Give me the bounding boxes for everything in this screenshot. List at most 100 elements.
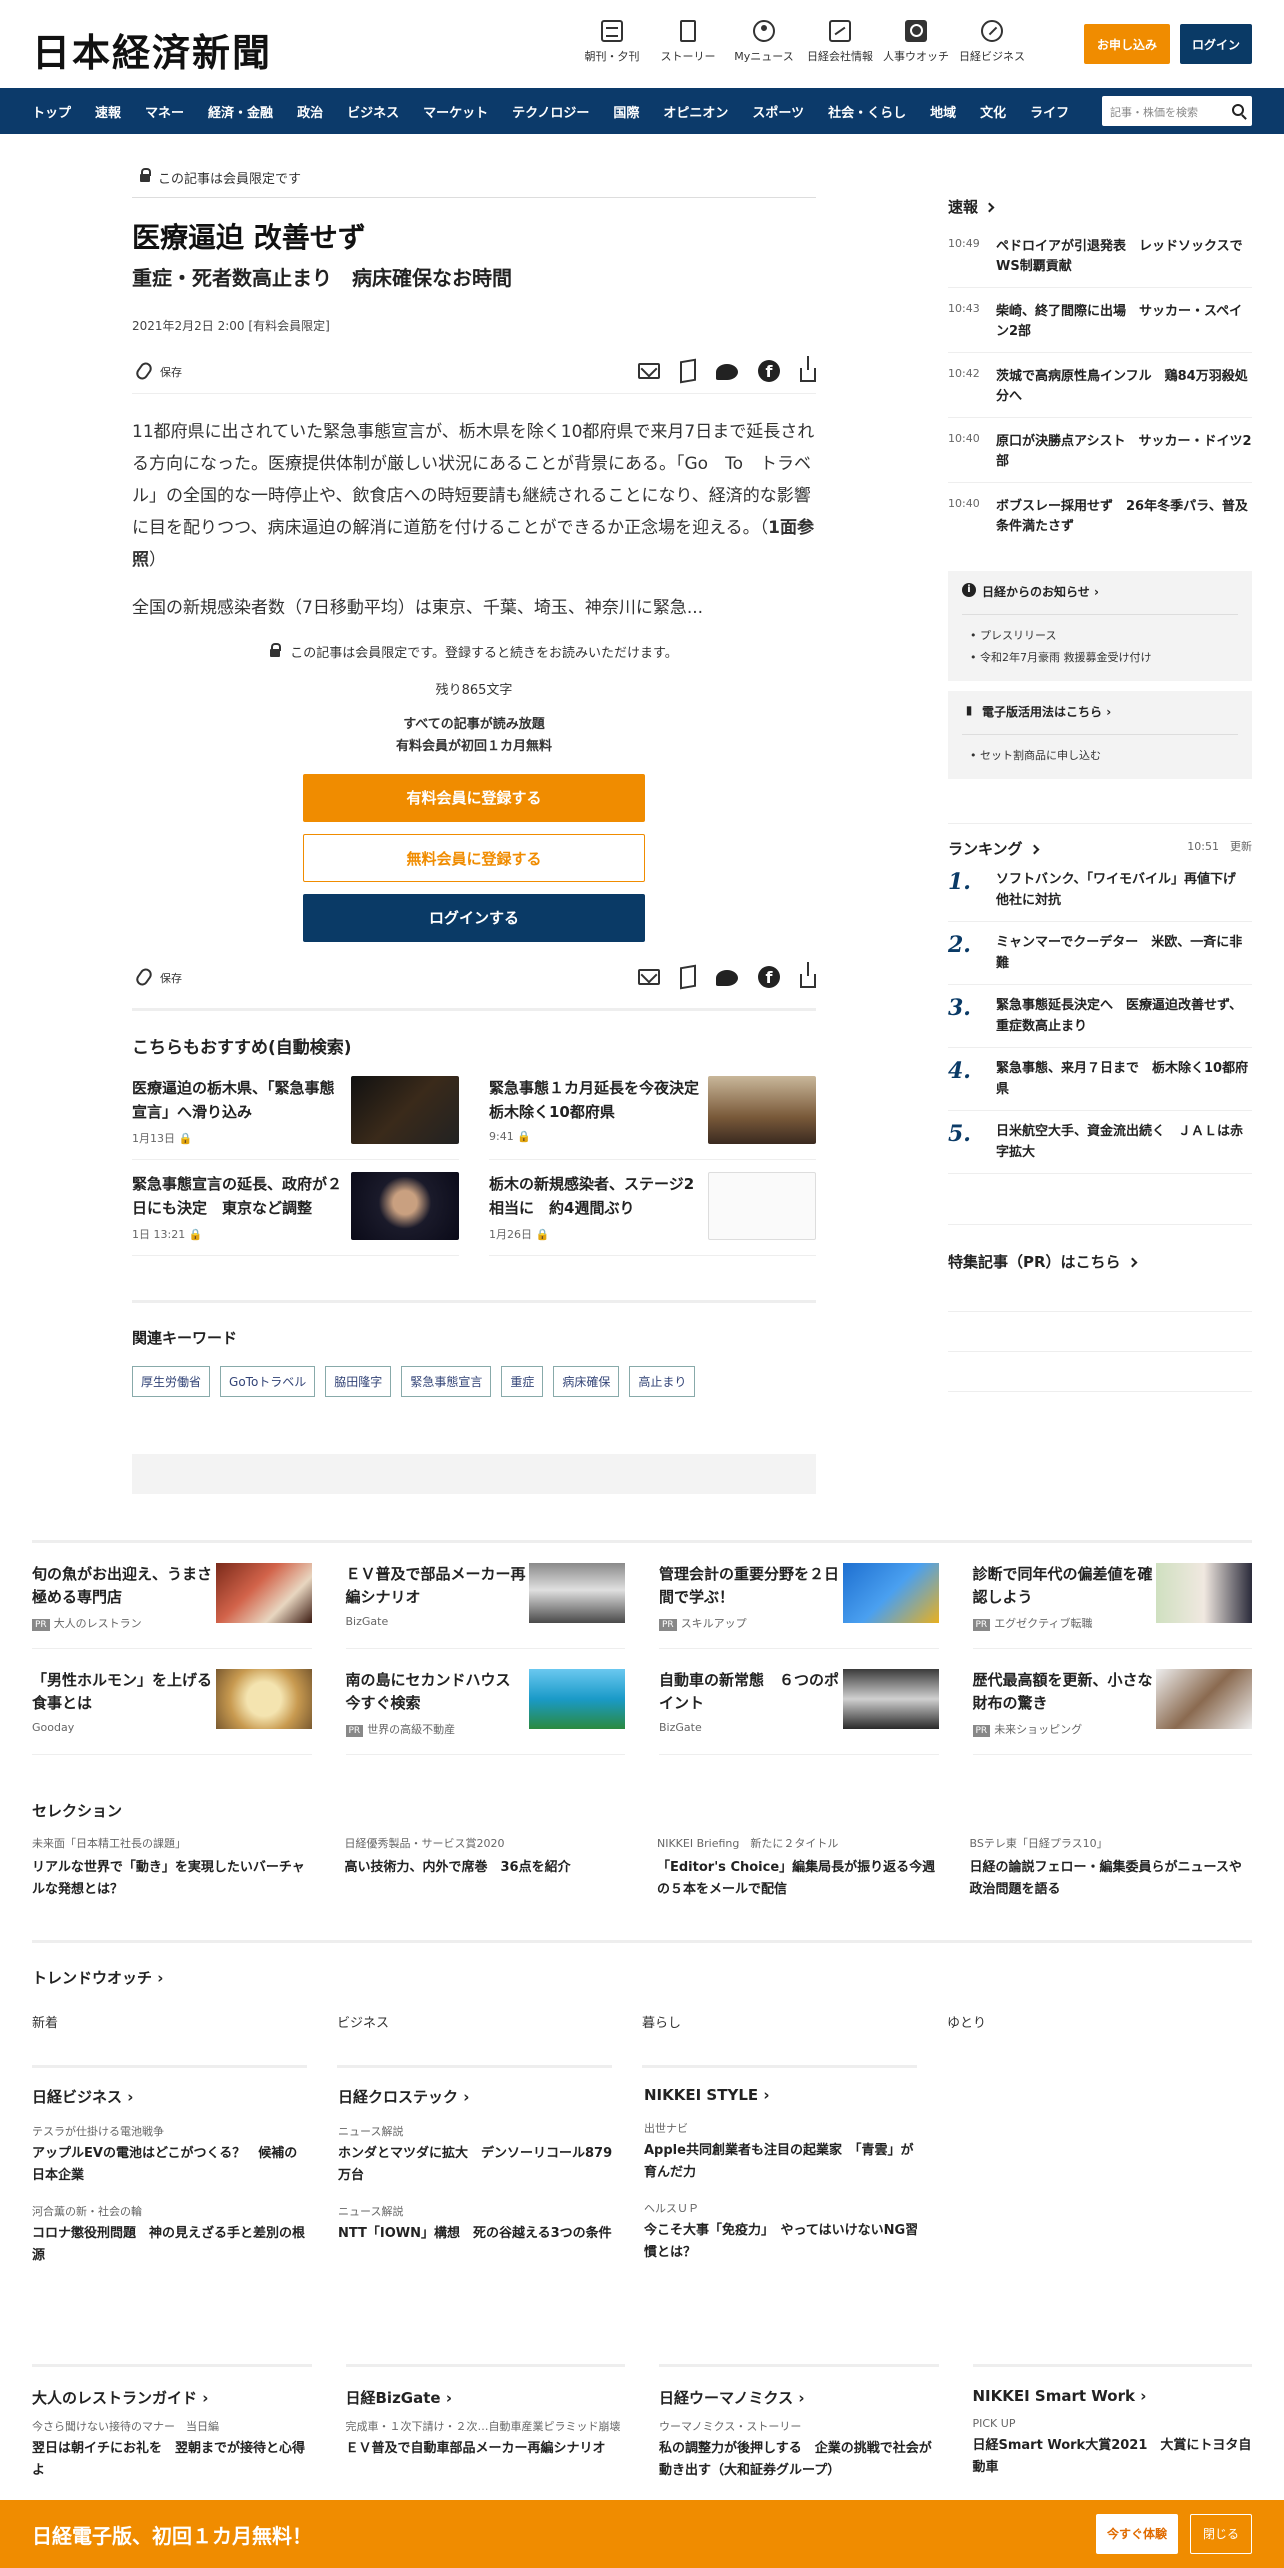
gnav-item[interactable]: マーケット: [423, 102, 488, 121]
recommend-thumbnail-placeholder[interactable]: [708, 1172, 816, 1240]
sokuho-text[interactable]: ボブスレー採用せず 26年冬季パラ、普及条件満たさず: [996, 497, 1252, 537]
promo-image[interactable]: [529, 1669, 625, 1729]
promo-item[interactable]: 「男性ホルモン」を上げる食事とは Gooday: [32, 1649, 312, 1755]
search-input[interactable]: 記事・株価を検索: [1102, 96, 1252, 126]
share-icon[interactable]: [800, 356, 816, 382]
selection-title[interactable]: 高い技術力、内外で席巻 36点を紹介: [345, 1857, 628, 1879]
gnav-item[interactable]: 文化: [980, 102, 1006, 121]
promo-title[interactable]: 南の島にセカンドハウス 今すぐ検索: [346, 1669, 530, 1715]
trend-watch-heading[interactable]: トレンドウオッチ ›: [32, 1967, 1252, 1988]
header-nav-company-info[interactable]: 日経会社情報: [802, 20, 878, 64]
promo-item[interactable]: 診断で同年代の偏差値を確認しよう PR エグゼクティブ転職: [972, 1543, 1252, 1649]
promo-image[interactable]: [529, 1563, 625, 1623]
register-paid-button[interactable]: 有料会員に登録する: [303, 774, 645, 822]
partner-title[interactable]: 日経Smart Work大賞2021 大賞にトヨタ自動車: [973, 2435, 1253, 2479]
media-title[interactable]: Apple共同創業者も注目の起業家 「青雲」が育んだ力: [644, 2140, 920, 2184]
gnav-item[interactable]: テクノロジー: [512, 102, 589, 121]
save-button[interactable]: 保存: [133, 966, 182, 988]
recommend-item[interactable]: 栃木の新規感染者、ステージ2相当に 約4週間ぶり 1月26日 🔒: [489, 1160, 816, 1256]
ranking-item[interactable]: 5. 日米航空大手、資金流出続く ＪＡＬは赤字拡大: [948, 1111, 1252, 1174]
rank-title[interactable]: 緊急事態延長決定へ 医療逼迫改善せず、重症数高止まり: [996, 995, 1252, 1037]
promo-image[interactable]: [215, 1669, 312, 1729]
gnav-item[interactable]: 地域: [930, 102, 956, 121]
recommend-title[interactable]: 栃木の新規感染者、ステージ2相当に 約4週間ぶり: [489, 1172, 699, 1220]
ranking-item[interactable]: 4. 緊急事態、来月７日まで 栃木除く10都府県: [948, 1048, 1252, 1111]
keyword-tag[interactable]: 重症: [501, 1366, 544, 1397]
sokuho-item[interactable]: 10:40 原口が決勝点アシスト サッカー・ドイツ2部: [948, 418, 1252, 483]
media-heading[interactable]: 日経ビジネス ›: [32, 2086, 308, 2107]
rank-title[interactable]: ミャンマーでクーデター 米欧、一斉に非難: [996, 932, 1252, 974]
try-now-button[interactable]: 今すぐ体験: [1096, 2514, 1178, 2554]
media-heading[interactable]: NIKKEI STYLE ›: [644, 2086, 920, 2104]
promo-image[interactable]: [1156, 1563, 1252, 1623]
partner-title[interactable]: 翌日は朝イチにお礼を 翌朝までが接待と心得よ: [32, 2438, 312, 2482]
gnav-item[interactable]: 国際: [613, 102, 639, 121]
selection-title[interactable]: 日経の論説フェロー・編集委員らがニュースや政治問題を語る: [970, 1857, 1253, 1901]
gnav-item[interactable]: 速報: [95, 102, 121, 121]
gnav-item[interactable]: 政治: [297, 102, 323, 121]
promo-image[interactable]: [1156, 1669, 1252, 1729]
recommend-item[interactable]: 緊急事態１カ月延長を今夜決定 栃木除く10都府県 9:41 🔒: [489, 1064, 816, 1160]
recommend-thumbnail[interactable]: [351, 1076, 459, 1144]
sokuho-item[interactable]: 10:49 ペドロイアが引退発表 レッドソックスでWS制覇貢献: [948, 223, 1252, 288]
promo-image[interactable]: [842, 1669, 939, 1729]
media-title[interactable]: 今こそ大事「免疫力」 やってはいけないNG習慣とは？: [644, 2220, 920, 2264]
pr-heading[interactable]: 特集記事（PR）はこちら: [948, 1251, 1252, 1272]
mail-icon[interactable]: [638, 969, 660, 985]
recommend-thumbnail[interactable]: [708, 1076, 816, 1144]
promo-title[interactable]: ＥＶ普及で部品メーカー再編シナリオ: [346, 1563, 530, 1609]
promo-item[interactable]: 管理会計の重要分野を２日間で学ぶ！ PR スキルアップ: [659, 1543, 939, 1649]
gnav-item[interactable]: 社会・くらし: [828, 102, 906, 121]
media-title[interactable]: コロナ懲役刑問題 神の見えざる手と差別の根源: [32, 2223, 308, 2267]
gnav-item[interactable]: スポーツ: [752, 102, 804, 121]
rank-title[interactable]: ソフトバンク、「ワイモバイル」再値下げ 他社に対抗: [996, 869, 1252, 911]
recommend-item[interactable]: 緊急事態宣言の延長、政府が２日にも決定 東京など調整 1日 13:21 🔒: [132, 1160, 459, 1256]
partner-title[interactable]: 私の調整力が後押しする 企業の挑戦で社会が動き出す（大和証券グループ）: [659, 2438, 939, 2482]
header-nav-story[interactable]: ストーリー: [650, 20, 726, 64]
promo-item[interactable]: ＥＶ普及で部品メーカー再編シナリオ BizGate: [345, 1543, 625, 1649]
partner-heading[interactable]: 大人のレストランガイド ›: [32, 2387, 312, 2408]
promo-title[interactable]: 旬の魚がお出迎え、うまさ極める専門店: [32, 1563, 216, 1609]
promo-title[interactable]: 診断で同年代の偏差値を確認しよう: [973, 1563, 1157, 1609]
sokuho-item[interactable]: 10:43 柴崎、終了間際に出場 サッカー・スペイン2部: [948, 288, 1252, 353]
selection-title[interactable]: 「Editor's Choice」編集局長が振り返る今週の５本をメールで配信: [657, 1857, 940, 1901]
facebook-icon[interactable]: f: [758, 360, 780, 382]
gnav-item[interactable]: ライフ: [1030, 102, 1069, 121]
recommend-thumbnail[interactable]: [351, 1172, 459, 1240]
promo-image[interactable]: [215, 1563, 312, 1623]
facebook-icon[interactable]: f: [758, 966, 780, 988]
notice-heading[interactable]: i 日経からのお知らせ ›: [962, 583, 1238, 600]
close-banner-button[interactable]: 閉じる: [1190, 2514, 1252, 2554]
promo-item[interactable]: 歴代最高額を更新、小さな財布の驚き PR 未来ショッピング: [972, 1649, 1252, 1755]
promo-image[interactable]: [842, 1563, 939, 1623]
gnav-item[interactable]: ビジネス: [347, 102, 399, 121]
sokuho-heading[interactable]: 速報: [948, 196, 1252, 217]
promo-title[interactable]: 歴代最高額を更新、小さな財布の驚き: [973, 1669, 1157, 1715]
ranking-item[interactable]: 3. 緊急事態延長決定へ 医療逼迫改善せず、重症数高止まり: [948, 985, 1252, 1048]
gnav-item[interactable]: オピニオン: [663, 102, 728, 121]
sokuho-text[interactable]: 原口が決勝点アシスト サッカー・ドイツ2部: [996, 432, 1252, 472]
notice-link[interactable]: • プレスリリース: [962, 625, 1238, 647]
nikkei-logo[interactable]: 日本経済新聞: [32, 22, 272, 77]
gnav-item[interactable]: トップ: [32, 102, 71, 121]
ranking-item[interactable]: 1. ソフトバンク、「ワイモバイル」再値下げ 他社に対抗: [948, 859, 1252, 922]
mail-icon[interactable]: [638, 363, 660, 379]
ranking-item[interactable]: 2. ミャンマーでクーデター 米欧、一斉に非難: [948, 922, 1252, 985]
share-icon[interactable]: [800, 962, 816, 988]
selection-title[interactable]: リアルな世界で「動き」を実現したいバーチャルな発想とは？: [32, 1857, 315, 1901]
keyword-tag[interactable]: 緊急事態宣言: [401, 1366, 492, 1397]
header-nav-nikkei-business[interactable]: 日経ビジネス: [954, 20, 1030, 64]
gnav-item[interactable]: マネー: [145, 102, 184, 121]
promo-title[interactable]: 自動車の新常態 ６つのポイント: [659, 1669, 843, 1715]
sokuho-item[interactable]: 10:42 茨城で高病原性鳥インフル 鶏84万羽殺処分へ: [948, 353, 1252, 418]
sokuho-item[interactable]: 10:40 ボブスレー採用せず 26年冬季パラ、普及条件満たさず: [948, 483, 1252, 547]
media-heading[interactable]: 日経クロステック ›: [338, 2086, 614, 2107]
keyword-tag[interactable]: 脇田隆字: [325, 1366, 392, 1397]
recommend-title[interactable]: 緊急事態宣言の延長、政府が２日にも決定 東京など調整: [132, 1172, 342, 1220]
selection-item[interactable]: NIKKEI Briefing 新たに２タイトル 「Editor's Choice…: [657, 1835, 940, 1901]
sokuho-text[interactable]: 茨城で高病原性鳥インフル 鶏84万羽殺処分へ: [996, 367, 1252, 407]
promo-title[interactable]: 「男性ホルモン」を上げる食事とは: [32, 1669, 216, 1715]
gnav-item[interactable]: 経済・金融: [208, 102, 273, 121]
partner-heading[interactable]: 日経ウーマノミクス ›: [659, 2387, 939, 2408]
recommend-title[interactable]: 医療逼迫の栃木県、「緊急事態宣言」へ滑り込み: [132, 1076, 342, 1124]
